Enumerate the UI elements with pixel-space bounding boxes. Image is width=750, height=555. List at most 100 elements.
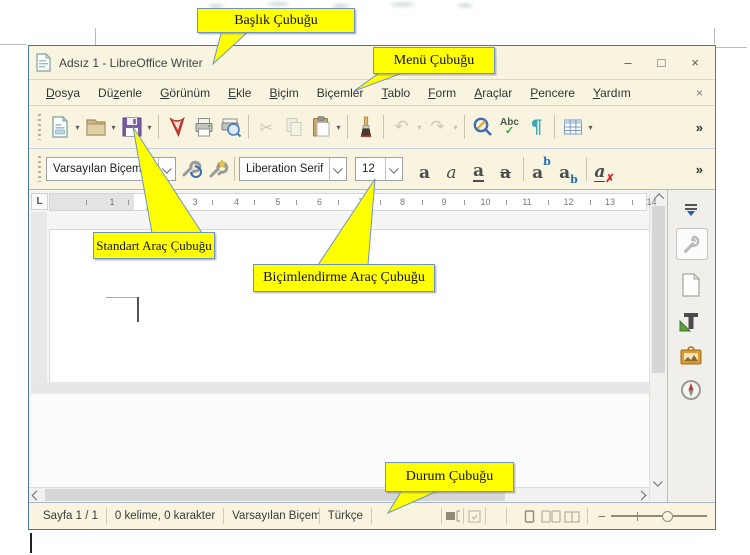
clone-formatting-button[interactable] xyxy=(352,113,379,141)
clear-formatting-button[interactable]: a ✗ xyxy=(591,154,618,185)
paste-dropdown[interactable]: ▾ xyxy=(334,123,343,132)
find-replace-button[interactable] xyxy=(469,113,496,141)
sidebar-tab-properties[interactable] xyxy=(676,228,708,260)
chevron-down-icon[interactable] xyxy=(329,158,346,180)
selection-mode-icon[interactable] xyxy=(442,510,463,522)
subscript-button[interactable]: ab xyxy=(555,154,582,185)
toolbar-grip[interactable] xyxy=(36,156,43,182)
zoom-slider-handle[interactable] xyxy=(662,510,674,522)
status-word-count[interactable]: 0 kelime, 0 karakter xyxy=(107,510,223,522)
vertical-scrollbar-thumb[interactable] xyxy=(652,206,665,373)
formatting-marks-button[interactable]: ¶ xyxy=(523,113,550,141)
text-cursor xyxy=(137,297,139,322)
scroll-right-arrow[interactable] xyxy=(634,488,649,502)
menu-yardım[interactable]: Yardım xyxy=(584,83,640,103)
cut-button: ✂ xyxy=(253,113,280,141)
menu-ekle[interactable]: Ekle xyxy=(219,83,260,103)
minimize-button[interactable]: – xyxy=(624,46,631,79)
subscript-icon: a xyxy=(559,162,571,183)
ruler-number: 7 xyxy=(358,197,364,207)
horizontal-scrollbar[interactable] xyxy=(29,487,649,502)
menubar-items: Dosya Düzenle Görünüm Ekle Biçim Biçemler Tabl… xyxy=(37,83,640,103)
superscript-button[interactable]: ab xyxy=(528,154,555,185)
sidebar-tab-styles[interactable] xyxy=(676,307,706,337)
separator xyxy=(523,157,524,181)
redo-icon: ↷ xyxy=(430,117,445,137)
ruler-number: 5 xyxy=(275,197,281,207)
redo-dropdown: ▾ xyxy=(453,122,458,132)
single-page-view-icon[interactable] xyxy=(519,509,540,523)
writer-document-icon xyxy=(36,53,51,72)
ruler-row: L 1 2 3 4 5 6 7 8 9 10 11 12 13 14 xyxy=(29,190,657,212)
menu-biçemler[interactable]: Biçemler xyxy=(308,83,373,103)
font-name-combo[interactable]: Liberation Serif xyxy=(239,157,347,181)
ruler-number: 1 xyxy=(109,197,115,207)
menu-görünüm[interactable]: Görünüm xyxy=(151,83,219,103)
zoom-out-button[interactable]: − xyxy=(598,509,606,524)
chevron-down-icon[interactable] xyxy=(385,158,402,180)
sidebar-tab-gallery[interactable] xyxy=(676,342,706,372)
maximize-button[interactable]: □ xyxy=(658,46,666,79)
paste-button[interactable] xyxy=(307,113,334,141)
scroll-down-arrow[interactable] xyxy=(651,475,666,489)
save-dropdown[interactable]: ▾ xyxy=(145,123,154,132)
cut-icon: ✂ xyxy=(259,117,274,137)
menu-form[interactable]: Form xyxy=(419,83,465,103)
close-document-button[interactable]: × xyxy=(696,86,707,100)
bold-button[interactable]: a xyxy=(411,154,438,185)
menu-dosya[interactable]: Dosya xyxy=(37,83,89,103)
menu-biçim[interactable]: Biçim xyxy=(260,83,307,103)
toolbar-grip[interactable] xyxy=(36,114,43,140)
spelling-button[interactable]: Abc ✓ xyxy=(496,113,523,141)
sidebar-tab-page[interactable] xyxy=(676,270,706,300)
status-page-number[interactable]: Sayfa 1 / 1 xyxy=(35,510,106,522)
sidebar-tab-navigator[interactable] xyxy=(676,375,706,405)
insert-table-dropdown[interactable]: ▾ xyxy=(586,123,595,132)
ruler-number: 9 xyxy=(441,197,447,207)
ruler-number: 8 xyxy=(399,197,406,207)
tab-stop-selector[interactable]: L xyxy=(31,192,48,210)
italic-button[interactable]: a xyxy=(438,154,465,185)
strikethrough-button[interactable]: a xyxy=(492,154,519,185)
clear-formatting-icon: a xyxy=(594,161,606,182)
paragraph-style-combo[interactable]: Varsayılan Biçem xyxy=(46,157,176,181)
underline-button[interactable]: a xyxy=(465,154,492,185)
indent-marker[interactable] xyxy=(146,194,156,210)
vertical-scrollbar[interactable] xyxy=(649,190,667,502)
font-size-combo[interactable]: 12 xyxy=(355,157,403,181)
print-button[interactable] xyxy=(190,113,217,141)
menu-araçlar[interactable]: Araçlar xyxy=(465,83,521,103)
vertical-scrollbar-track[interactable] xyxy=(650,204,667,475)
zoom-slider[interactable]: − xyxy=(598,509,708,524)
export-pdf-icon xyxy=(169,116,185,138)
update-style-button[interactable] xyxy=(176,155,203,183)
toolbar-overflow-button[interactable]: » xyxy=(688,120,711,135)
new-document-dropdown[interactable]: ▾ xyxy=(73,123,82,132)
save-button[interactable] xyxy=(118,113,145,141)
status-page-style[interactable]: Varsayılan Biçem xyxy=(224,510,319,522)
close-button[interactable]: × xyxy=(691,46,699,79)
document-modified-icon[interactable] xyxy=(464,509,485,523)
sidebar-settings-button[interactable] xyxy=(676,195,706,225)
insert-table-button[interactable] xyxy=(559,113,586,141)
multi-page-view-icon[interactable] xyxy=(540,509,561,523)
print-preview-button[interactable] xyxy=(217,113,244,141)
new-document-button[interactable] xyxy=(46,113,73,141)
menu-düzenle[interactable]: Düzenle xyxy=(89,83,151,103)
menu-pencere[interactable]: Pencere xyxy=(521,83,584,103)
open-dropdown[interactable]: ▾ xyxy=(109,123,118,132)
status-language[interactable]: Türkçe xyxy=(320,510,371,522)
menu-tablo[interactable]: Tablo xyxy=(372,83,419,103)
superscript-icon: a xyxy=(532,162,544,183)
wrench-icon xyxy=(684,235,700,253)
book-view-icon[interactable] xyxy=(562,510,583,523)
ruler-number: 3 xyxy=(192,197,198,207)
ruler-number: 13 xyxy=(604,197,616,207)
new-style-button[interactable] xyxy=(203,155,230,183)
chevron-down-icon[interactable] xyxy=(158,158,175,180)
horizontal-ruler[interactable]: 1 2 3 4 5 6 7 8 9 10 11 12 13 14 xyxy=(49,193,657,211)
export-pdf-button[interactable] xyxy=(163,113,190,141)
scroll-left-arrow[interactable] xyxy=(29,488,44,502)
toolbar-overflow-button[interactable]: » xyxy=(688,162,711,177)
open-button[interactable] xyxy=(82,113,109,141)
